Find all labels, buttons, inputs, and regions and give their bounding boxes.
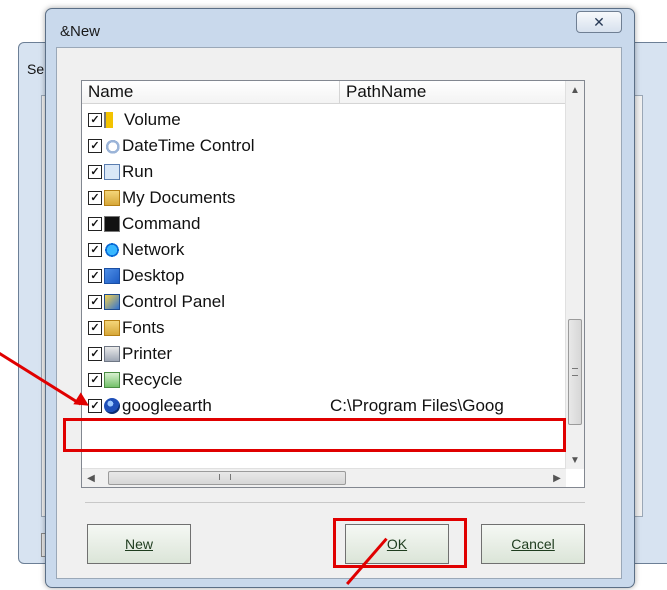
list-item-printer[interactable]: ✓ Printer	[82, 341, 566, 367]
list-item-run[interactable]: ✓ Run	[82, 159, 566, 185]
grip-icon	[219, 474, 231, 480]
new-dialog: &New ✕ Name PathName ✓ Volume ✓ DateTime…	[45, 8, 635, 588]
checkbox[interactable]: ✓	[88, 191, 102, 205]
item-label: googleearth	[122, 396, 212, 415]
command-icon	[104, 216, 120, 232]
item-label: Run	[122, 162, 154, 181]
list-item-googleearth[interactable]: ✓ googleearth C:\Program Files\Goog	[82, 393, 566, 419]
item-label: Desktop	[122, 266, 185, 285]
checkbox[interactable]: ✓	[88, 295, 102, 309]
column-header-name[interactable]: Name	[82, 81, 340, 103]
item-label: My Documents	[122, 188, 236, 207]
scroll-right-icon[interactable]: ▶	[548, 469, 566, 487]
item-label: Command	[122, 214, 201, 233]
recycle-icon	[104, 372, 120, 388]
checkbox[interactable]: ✓	[88, 321, 102, 335]
list-item-desktop[interactable]: ✓ Desktop	[82, 263, 566, 289]
new-button-label: New	[124, 536, 153, 552]
control-panel-icon	[104, 294, 120, 310]
list-header: Name PathName	[82, 81, 566, 104]
item-label: DateTime Control	[122, 136, 255, 155]
column-header-pathname[interactable]: PathName	[340, 81, 566, 103]
scroll-left-icon[interactable]: ◀	[82, 469, 100, 487]
desktop-icon	[104, 268, 120, 284]
cancel-button[interactable]: Cancel	[481, 524, 585, 564]
checkbox[interactable]: ✓	[88, 139, 102, 153]
background-window-title: Se	[27, 61, 45, 77]
item-label: Recycle	[122, 370, 183, 389]
close-icon: ✕	[593, 13, 605, 30]
list-item-network[interactable]: ✓ Network	[82, 237, 566, 263]
my-documents-icon	[104, 190, 120, 206]
dialog-title: &New	[60, 23, 101, 40]
googleearth-highlight	[63, 418, 566, 452]
datetime-icon	[104, 138, 120, 154]
ok-highlight	[333, 518, 467, 568]
checkbox[interactable]: ✓	[88, 373, 102, 387]
list-item-recycle[interactable]: ✓ Recycle	[82, 367, 566, 393]
item-path: C:\Program Files\Goog	[330, 396, 504, 415]
item-label: Volume	[124, 110, 181, 129]
list-item-volume[interactable]: ✓ Volume	[82, 107, 566, 133]
item-label: Network	[122, 240, 185, 259]
fonts-icon	[104, 320, 120, 336]
checkbox[interactable]: ✓	[88, 269, 102, 283]
vertical-scroll-thumb[interactable]	[568, 319, 582, 425]
volume-icon	[104, 112, 122, 128]
close-button[interactable]: ✕	[576, 11, 622, 33]
dialog-client-area: Name PathName ✓ Volume ✓ DateTime Contro…	[56, 47, 622, 579]
vertical-scrollbar[interactable]: ▲ ▼	[565, 81, 584, 469]
list-item-fonts[interactable]: ✓ Fonts	[82, 315, 566, 341]
item-label: Control Panel	[122, 292, 226, 311]
run-icon	[104, 164, 120, 180]
item-label: Fonts	[122, 318, 165, 337]
scroll-up-icon[interactable]: ▲	[566, 81, 584, 99]
list-rows: ✓ Volume ✓ DateTime Control ✓ Run ✓ My D…	[82, 105, 566, 469]
list-item-command[interactable]: ✓ Command	[82, 211, 566, 237]
horizontal-scroll-thumb[interactable]	[108, 471, 346, 485]
list-item-my-documents[interactable]: ✓ My Documents	[82, 185, 566, 211]
cancel-button-label: Cancel	[511, 536, 555, 552]
checkbox[interactable]: ✓	[88, 217, 102, 231]
list-item-control-panel[interactable]: ✓ Control Panel	[82, 289, 566, 315]
divider	[85, 502, 585, 503]
network-icon	[104, 242, 120, 258]
grip-icon	[572, 368, 578, 376]
checkbox[interactable]: ✓	[88, 165, 102, 179]
checkbox[interactable]: ✓	[88, 243, 102, 257]
google-earth-icon	[104, 398, 120, 414]
new-button[interactable]: New	[87, 524, 191, 564]
checkbox[interactable]: ✓	[88, 347, 102, 361]
scroll-down-icon[interactable]: ▼	[566, 451, 584, 469]
list-item-datetime-control[interactable]: ✓ DateTime Control	[82, 133, 566, 159]
printer-icon	[104, 346, 120, 362]
item-label: Printer	[122, 344, 173, 363]
horizontal-scrollbar[interactable]: ◀ ▶	[82, 468, 566, 487]
checkbox[interactable]: ✓	[88, 113, 102, 127]
